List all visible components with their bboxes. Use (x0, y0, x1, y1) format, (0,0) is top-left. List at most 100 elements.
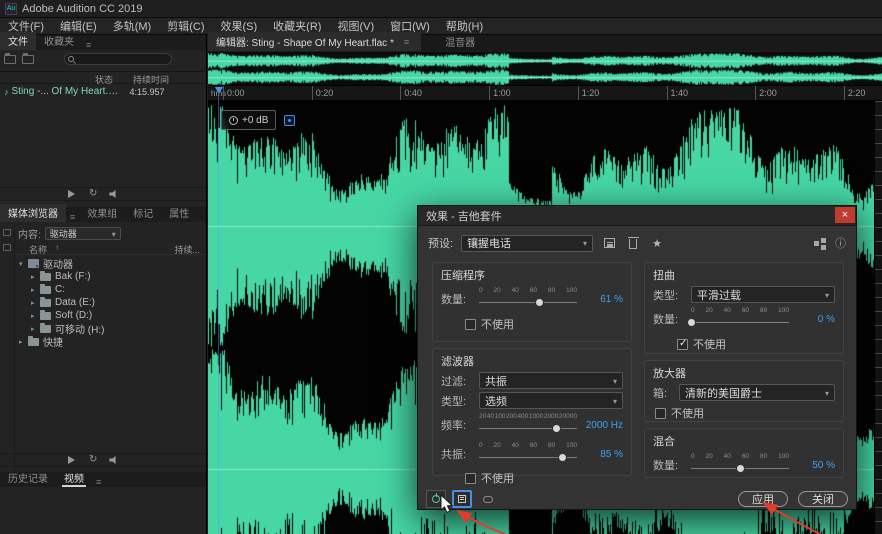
new-folder-icon[interactable] (22, 55, 34, 64)
ruler-tick: 2:00 (755, 86, 777, 100)
panel-menu-icon[interactable] (82, 40, 95, 50)
dialog-close-button[interactable]: × (835, 207, 855, 223)
tab-effects-rack[interactable]: 效果组 (79, 204, 125, 222)
menu-item-clip[interactable]: 剪辑(C) (159, 18, 212, 34)
slider-track[interactable] (479, 302, 577, 303)
tab-history[interactable]: 历史记录 (0, 469, 56, 487)
play-icon[interactable] (68, 190, 75, 198)
distortion-type-dropdown[interactable]: 平滑过载 (691, 286, 835, 303)
tab-mixer[interactable]: 混音器 (437, 32, 483, 51)
preset-dropdown[interactable]: 镶握电话 (461, 235, 593, 252)
drive-icon (40, 286, 51, 294)
speaker-icon[interactable] (109, 456, 119, 464)
compressor-bypass-checkbox[interactable]: 不使用 (465, 316, 623, 332)
dialog-title-bar[interactable]: 效果 - 吉他套件 (418, 206, 856, 226)
chevron-closed-icon[interactable] (19, 338, 28, 346)
tree-row-c[interactable]: C: (15, 283, 206, 296)
menu-item-multitrack[interactable]: 多轨(M) (105, 18, 160, 34)
slider-track[interactable] (479, 428, 577, 429)
tab-markers[interactable]: 标记 (125, 204, 161, 222)
refresh-icon[interactable] (3, 244, 11, 251)
tab-properties[interactable]: 属性 (161, 204, 197, 222)
delete-preset-button[interactable] (625, 237, 641, 249)
file-duration: 4:15.957 (130, 87, 165, 97)
info-icon[interactable] (835, 235, 846, 251)
amplifier-box-dropdown[interactable]: 清新的美国爵士 (679, 384, 835, 401)
chevron-closed-icon[interactable] (31, 299, 40, 307)
filter-icon[interactable] (3, 229, 11, 236)
loop-icon[interactable] (89, 455, 97, 465)
play-icon[interactable] (68, 456, 75, 464)
chevron-closed-icon[interactable] (31, 325, 40, 333)
save-preset-button[interactable] (601, 238, 617, 248)
content-source-dropdown[interactable]: 驱动器 (45, 227, 121, 240)
panel-menu-icon[interactable] (66, 212, 79, 222)
ruler-tick: 0:40 (400, 86, 422, 100)
tree-row-drives[interactable]: 驱动器 (15, 257, 206, 270)
tree-label: Data (E:) (55, 297, 95, 308)
timeline-ruler[interactable]: hms 0:000:200:401:001:201:402:002:20 (208, 86, 882, 101)
file-row[interactable]: Sting -... Of My Heart.flac * 4:15.957 (0, 85, 206, 98)
chevron-down-icon (825, 289, 829, 301)
apply-button[interactable]: 应用 (738, 491, 788, 507)
slider-track[interactable] (691, 322, 789, 323)
filter-bypass-checkbox[interactable]: 不使用 (465, 470, 623, 486)
close-button[interactable]: 关闭 (798, 491, 848, 507)
slider-thumb[interactable] (687, 318, 696, 327)
box-label: 箱: (653, 385, 679, 401)
playhead-caret[interactable] (215, 87, 223, 94)
search-input[interactable] (79, 54, 167, 64)
chevron-closed-icon[interactable] (31, 312, 40, 320)
effect-power-toggle[interactable] (426, 490, 446, 508)
slider-thumb[interactable] (552, 424, 561, 433)
filter-type-dropdown[interactable]: 选频 (479, 392, 623, 409)
slider-thumb[interactable] (558, 453, 567, 462)
sort-ascending-icon (55, 243, 59, 252)
tab-files[interactable]: 文件 (0, 32, 36, 50)
guitar-suite-dialog: 效果 - 吉他套件 × 预设: 镶握电话 压缩程序 数量: 0204060801… (417, 205, 857, 510)
chevron-open-icon[interactable] (19, 260, 28, 268)
tree-column-name[interactable]: 名称 (29, 243, 47, 256)
chevron-closed-icon[interactable] (31, 273, 40, 281)
bypass-toggle-button[interactable] (478, 490, 498, 508)
import-file-icon[interactable] (4, 55, 16, 64)
frequency-slider[interactable]: 20401002004001000200020000 (479, 412, 577, 438)
favorite-button[interactable] (649, 237, 665, 250)
resonance-slider[interactable]: 020406080100 (479, 441, 577, 467)
tree-row-shortcuts[interactable]: 快捷 (15, 335, 206, 348)
slider-thumb[interactable] (736, 464, 745, 473)
mix-amount-slider[interactable]: 020406080100 (691, 452, 789, 478)
volume-hud[interactable]: +0 dB (221, 110, 276, 130)
tab-editor[interactable]: 编辑器: Sting - Shape Of My Heart.flac * (208, 32, 421, 51)
pin-hud-icon[interactable] (284, 115, 295, 126)
chevron-closed-icon[interactable] (31, 286, 40, 294)
preview-toggle-button[interactable] (452, 490, 472, 508)
slider-track[interactable] (479, 457, 577, 458)
tab-favorites[interactable]: 收藏夹 (36, 32, 82, 50)
distortion-bypass-checkbox[interactable]: 不使用 (677, 336, 835, 352)
loop-icon[interactable] (89, 189, 97, 199)
tree-row-data[interactable]: Data (E:) (15, 296, 206, 309)
tree-row-soft[interactable]: Soft (D:) (15, 309, 206, 322)
panel-menu-icon[interactable] (400, 37, 413, 47)
files-transport-bar (0, 187, 206, 201)
compressor-amount-slider[interactable]: 020406080100 (479, 286, 577, 312)
filter-mode-dropdown[interactable]: 共振 (479, 372, 623, 389)
distortion-amount-slider[interactable]: 020406080100 (691, 306, 789, 332)
mix-group: 混合 数量: 020406080100 50 % (644, 428, 844, 478)
slider-scale: 20401002004001000200020000 (479, 413, 577, 420)
amplifier-bypass-checkbox[interactable]: 不使用 (655, 405, 835, 421)
frequency-value: 2000 Hz (577, 420, 623, 431)
slider-thumb[interactable] (535, 298, 544, 307)
clock-icon (229, 116, 238, 125)
overview-waveform[interactable] (208, 52, 882, 86)
slider-track[interactable] (691, 468, 789, 469)
volume-hud-value[interactable]: +0 dB (242, 115, 268, 126)
tree-column-duration[interactable]: 持续... (174, 243, 200, 256)
speaker-icon[interactable] (109, 190, 119, 198)
tab-media-browser[interactable]: 媒体浏览器 (0, 204, 66, 222)
panel-menu-icon[interactable] (92, 477, 105, 487)
tree-row-bak[interactable]: Bak (F:) (15, 270, 206, 283)
channel-routing-icon[interactable] (814, 241, 819, 246)
tab-video[interactable]: 视频 (56, 469, 92, 487)
